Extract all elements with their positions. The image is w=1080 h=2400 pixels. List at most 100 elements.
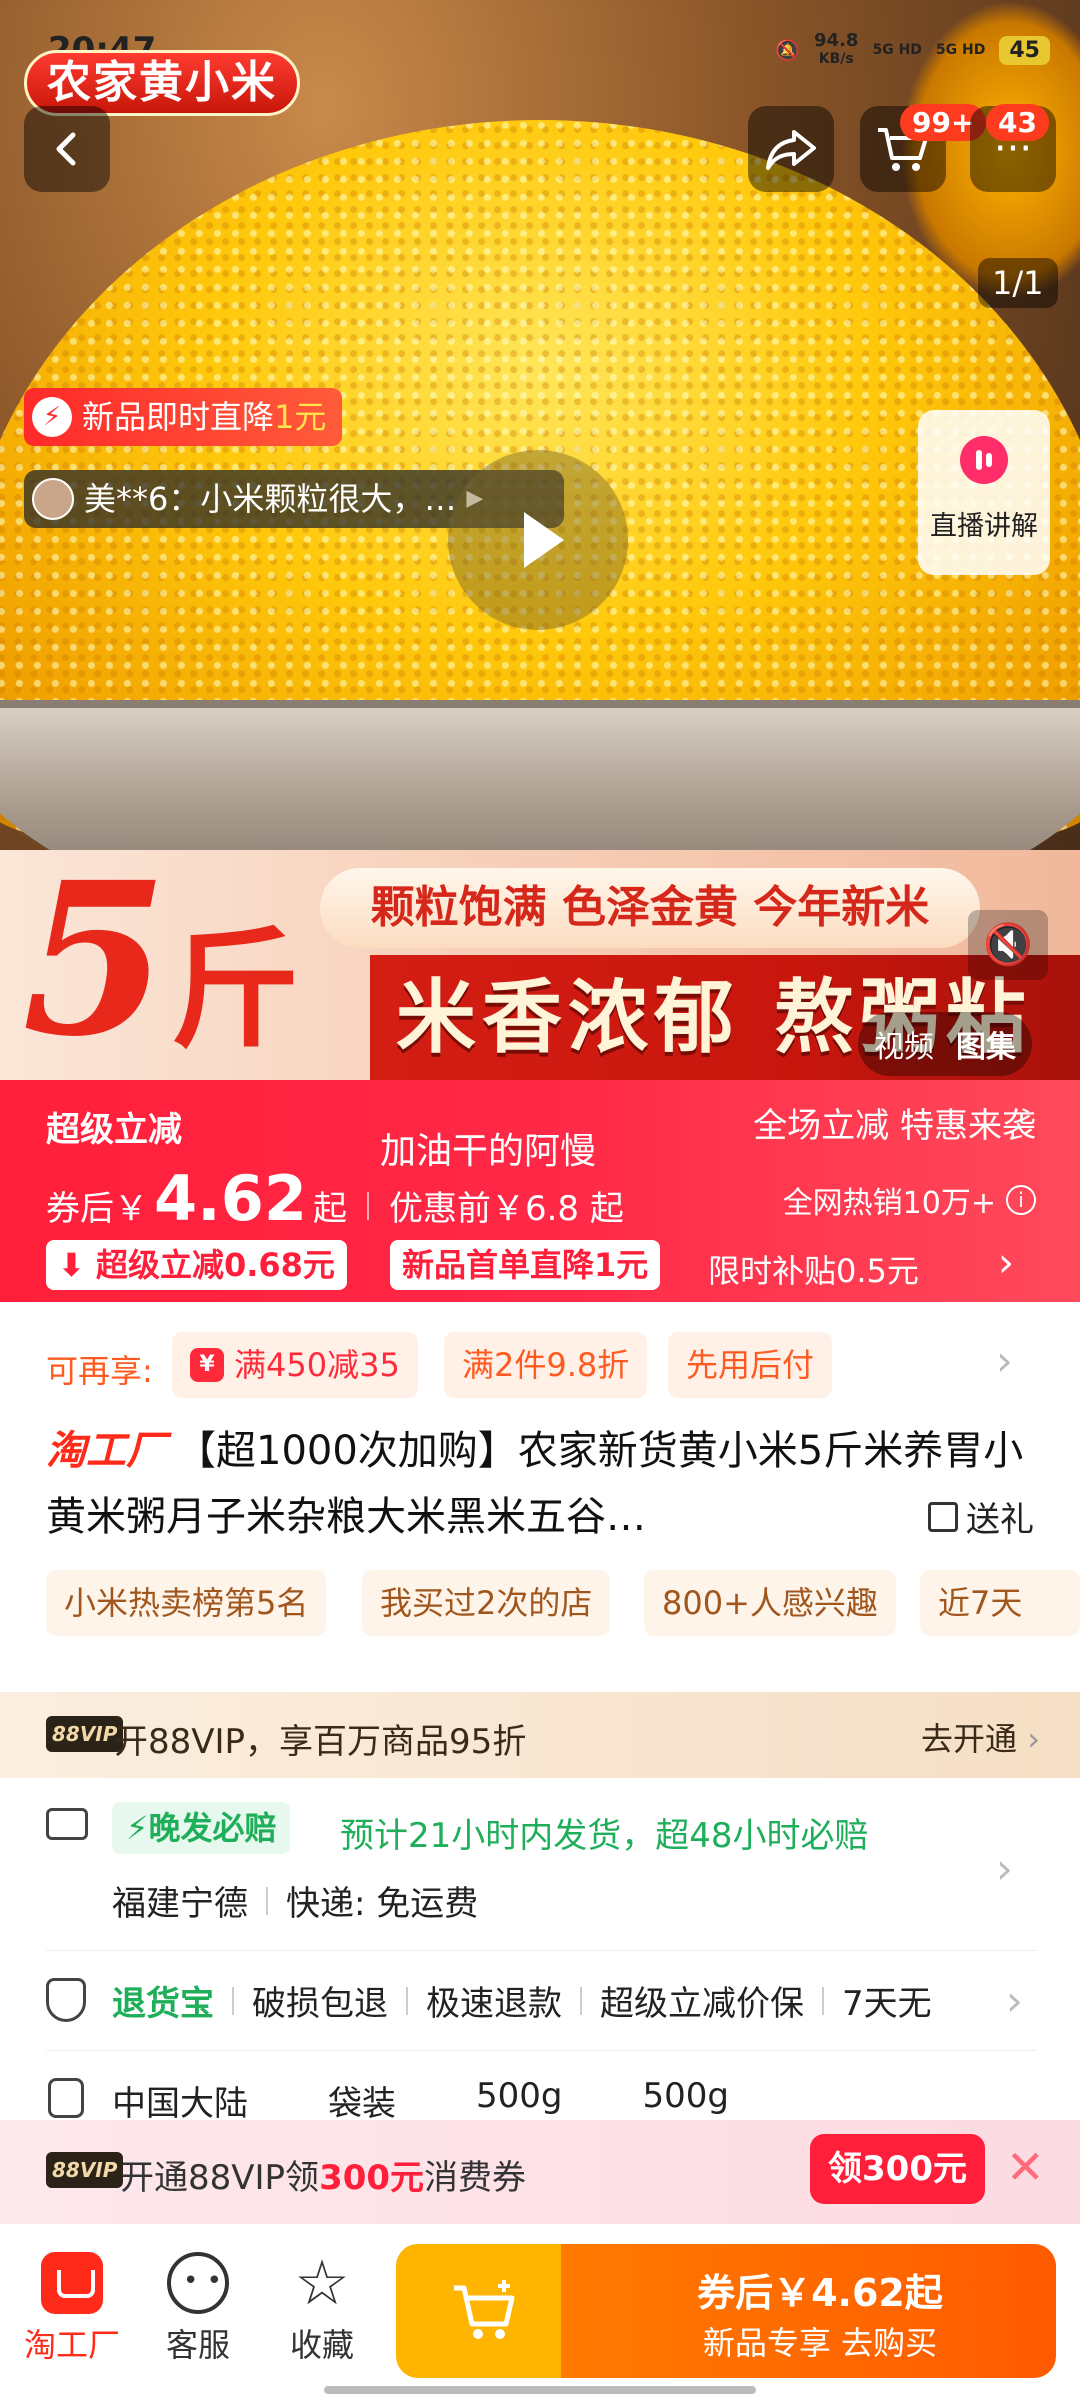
- price-suffix: 起: [312, 1189, 347, 1229]
- origin-location: 福建宁德: [112, 1884, 248, 1924]
- back-button[interactable]: [24, 106, 110, 192]
- spec-weight: 500g: [476, 2076, 563, 2116]
- sales-text: 全网热销10万+: [782, 1186, 996, 1221]
- arrow-down-icon: ⬇: [58, 1246, 85, 1284]
- favorite-button[interactable]: ☆ 收藏: [262, 2252, 382, 2366]
- customer-service-button[interactable]: 客服: [138, 2252, 258, 2366]
- vip-coupon-post: 消费券: [424, 2158, 527, 2198]
- vip-open-link[interactable]: 去开通 ›: [921, 1714, 1040, 1760]
- guarantee-item: 7天无: [842, 1984, 932, 2024]
- info-icon: i: [1006, 1185, 1036, 1215]
- review-text: 美**6：小米颗粒很大，…: [84, 480, 457, 518]
- interest-tag[interactable]: 800+人感兴趣: [644, 1570, 896, 1636]
- more-button[interactable]: ··· 43: [970, 104, 1056, 192]
- sales-count[interactable]: 全网热销10万+ i: [783, 1178, 1036, 1222]
- coupon-1-text: 满450减35: [234, 1346, 400, 1384]
- chevron-right-icon[interactable]: ›: [996, 1336, 1013, 1385]
- lightning-icon: ⚡: [126, 1809, 149, 1847]
- signal-2: 5G HD: [935, 42, 986, 58]
- coupon-multi-discount[interactable]: 满2件9.8折: [444, 1332, 648, 1398]
- first-order-chip: 新品首单直降1元: [390, 1240, 661, 1290]
- product-title[interactable]: 淘工厂 【超1000次加购】农家新货黄小米5斤米养胃小黄米粥月子米杂粮大米黑米五谷…: [46, 1418, 1036, 1550]
- spec-row[interactable]: 中国大陆 袋装 500g 500g: [112, 2076, 729, 2125]
- subsidy-text: 限时补贴0.5元: [708, 1252, 919, 1290]
- divider: [580, 1986, 582, 2015]
- cart-button[interactable]: 99+: [860, 104, 987, 192]
- product-title-text: 【超1000次加购】农家新货黄小米5斤米养胃小黄米粥月子米杂粮大米黑米五谷…: [46, 1428, 1024, 1540]
- play-video-button[interactable]: [448, 450, 628, 630]
- mute-status-icon: 🔕: [775, 38, 801, 62]
- product-page: 20:47 农家黄小米 🔕 94.8KB/s 5G HD 5G HD 45 99…: [0, 0, 1080, 2400]
- net-speed: 94.8 KB/s: [814, 30, 859, 68]
- vip-open-label: 去开通: [921, 1720, 1018, 1758]
- coupon-pay-later[interactable]: 先用后付: [668, 1332, 833, 1398]
- brand-label: 淘工厂: [46, 1428, 166, 1474]
- vip-coupon-amount: 300元: [319, 2158, 425, 2198]
- avatar: [32, 478, 74, 520]
- price-prefix: 券后￥: [46, 1189, 148, 1229]
- vip-badge: 88VIP: [46, 1716, 124, 1752]
- chevron-right-icon[interactable]: ›: [996, 1844, 1013, 1893]
- divider: [266, 1886, 268, 1915]
- truck-icon: [46, 1808, 88, 1840]
- speaker-muted-icon: 🔇: [983, 922, 1033, 968]
- chip1-text: 超级立减0.68元: [95, 1246, 335, 1284]
- super-discount-chip: ⬇ 超级立减0.68元: [46, 1240, 347, 1290]
- guarantee-item: 超级立减价保: [600, 1984, 804, 2024]
- guarantee-item: 极速退款: [426, 1984, 562, 2024]
- tab-gallery[interactable]: 图集: [956, 1022, 1016, 1066]
- price-line: 券后￥ 4.62 起 优惠前￥6.8 起: [46, 1162, 624, 1235]
- coupon-full-reduction[interactable]: ¥ 满450减35: [172, 1332, 418, 1398]
- spec-package: 袋装: [328, 2084, 396, 2124]
- divider: [366, 1192, 369, 1220]
- shipping-estimate: 预计21小时内发货，超48小时必赔: [340, 1816, 869, 1856]
- guarantee-row[interactable]: 退货宝 破损包退 极速退款 超级立减价保 7天无: [112, 1976, 932, 2025]
- media-tabs: 视频 图集: [858, 1012, 1032, 1076]
- buy-subtitle: 新品专享 去购买: [702, 2324, 938, 2362]
- shipping-origin: 福建宁德 快递: 免运费: [112, 1876, 478, 1925]
- buy-price: 券后￥4.62起: [697, 2271, 943, 2315]
- new-price-text: 新品即时直降: [82, 398, 275, 436]
- divider: [46, 2050, 1036, 2051]
- share-icon: [766, 130, 816, 170]
- new-price-tag[interactable]: ⚡ 新品即时直降 1元: [24, 388, 343, 446]
- store-label: 淘工厂: [23, 2326, 120, 2364]
- mute-button[interactable]: 🔇: [968, 910, 1048, 980]
- home-indicator[interactable]: [324, 2386, 756, 2394]
- chevron-right-icon[interactable]: ›: [998, 1240, 1014, 1286]
- share-button[interactable]: [748, 106, 834, 192]
- gift-icon: [928, 1501, 958, 1532]
- store-icon: [41, 2252, 103, 2314]
- recent-tag[interactable]: 近7天: [920, 1570, 1080, 1636]
- express-fee: 快递: 免运费: [286, 1884, 479, 1924]
- live-icon: [960, 436, 1008, 484]
- chevron-right-icon[interactable]: ›: [996, 1976, 1023, 2025]
- live-explain-button[interactable]: 直播讲解: [918, 410, 1050, 575]
- gift-button[interactable]: 送礼: [920, 1492, 1034, 1541]
- return-insurance: 退货宝: [112, 1984, 214, 2024]
- chevron-right-icon: ›: [1027, 1720, 1040, 1758]
- divider: [46, 1950, 1036, 1951]
- status-icons: 🔕 94.8 KB/s 5G HD 5G HD 45: [775, 32, 1050, 68]
- add-to-cart-icon[interactable]: [450, 2278, 520, 2360]
- claim-coupon-button[interactable]: 领300元: [810, 2134, 985, 2204]
- divider: [406, 1986, 408, 2015]
- gift-label: 送礼: [966, 1500, 1034, 1540]
- spec-origin: 中国大陆: [112, 2084, 248, 2124]
- live-label: 直播讲解: [930, 511, 1038, 542]
- chat-icon: [167, 2252, 229, 2314]
- rank-tag[interactable]: 小米热卖榜第5名: [46, 1570, 327, 1636]
- divider: [822, 1986, 824, 2015]
- vip-badge: 88VIP: [46, 2152, 124, 2188]
- message-count-badge: 43: [986, 104, 1049, 141]
- signal-1: 5G HD: [872, 42, 922, 58]
- coupons-label: 可再享:: [46, 1352, 153, 1390]
- tab-video[interactable]: 视频: [874, 1022, 934, 1066]
- image-counter: 1/1: [978, 258, 1058, 308]
- close-icon[interactable]: ✕: [1006, 2140, 1045, 2194]
- banner-big-number: 5: [22, 836, 169, 1083]
- repeat-purchase-tag[interactable]: 我买过2次的店: [362, 1570, 611, 1636]
- store-button[interactable]: 淘工厂: [12, 2252, 132, 2366]
- lightning-icon: ⚡: [32, 397, 72, 437]
- vip-text: 开88VIP，享百万商品95折: [114, 1722, 527, 1762]
